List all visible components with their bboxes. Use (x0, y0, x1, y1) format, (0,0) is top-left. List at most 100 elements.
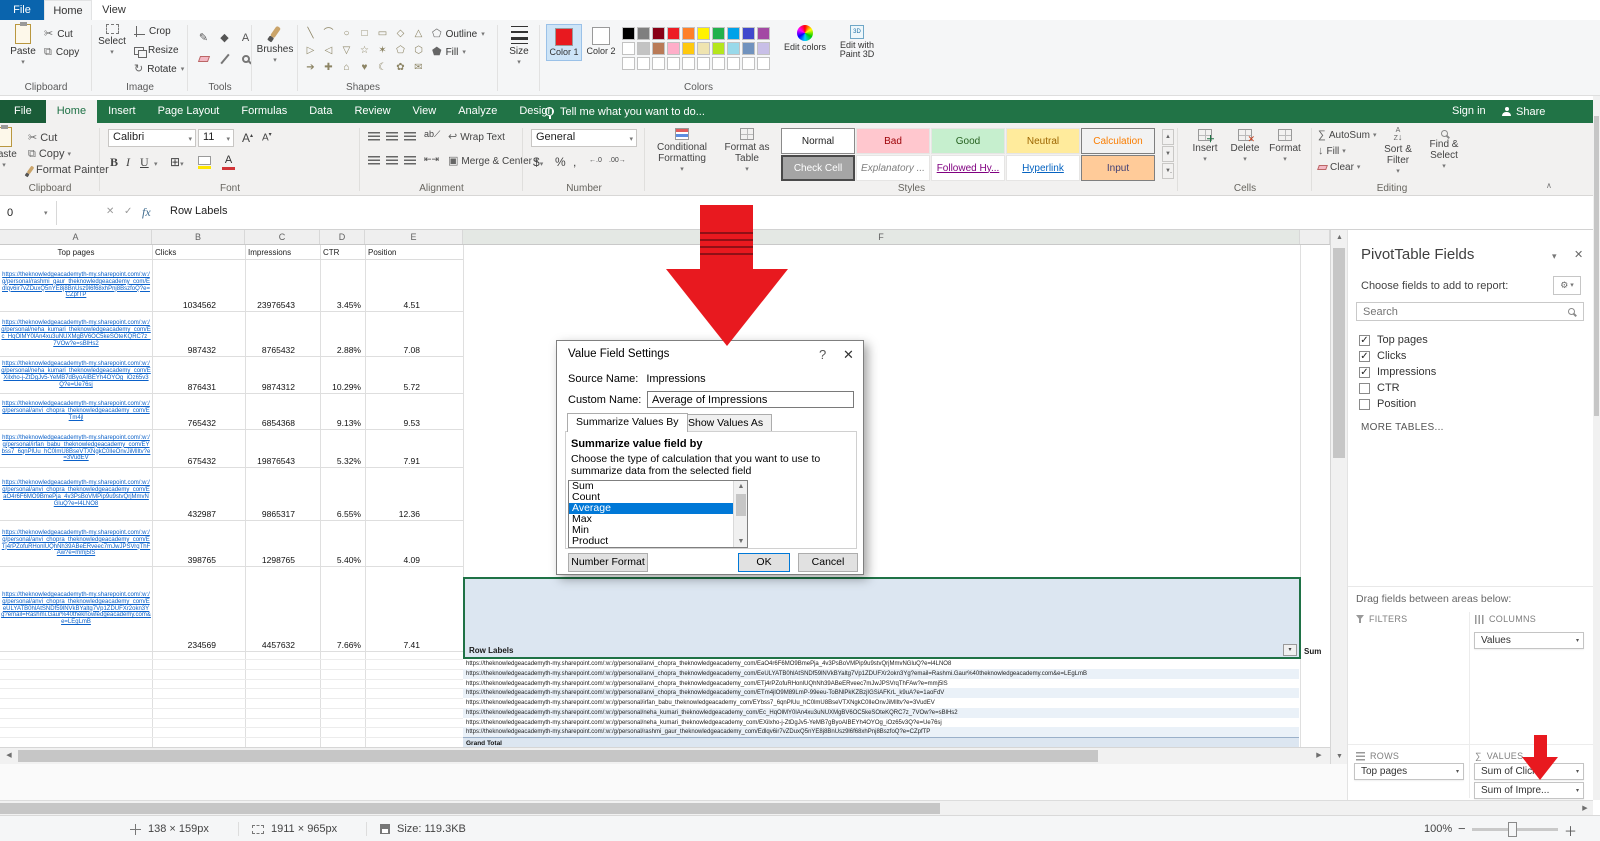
column-header-F[interactable]: F (463, 230, 1300, 244)
scroll-left-icon[interactable]: ◀ (2, 748, 16, 765)
palette-swatch[interactable] (652, 57, 665, 70)
underline-button[interactable]: U (140, 155, 149, 170)
url-link[interactable]: https://theknowledgeacademyth-my.sharepo… (1, 530, 151, 557)
palette-swatch[interactable] (727, 27, 740, 40)
sheet-url-cell[interactable]: https://theknowledgeacademyth-my.sharepo… (1, 431, 151, 466)
sheet-url-cell[interactable]: https://theknowledgeacademyth-my.sharepo… (1, 568, 151, 650)
palette-swatch[interactable] (637, 27, 650, 40)
align-bottom-icon[interactable] (404, 132, 416, 141)
zoom-slider-track[interactable] (1472, 828, 1558, 831)
palette-swatch[interactable] (682, 27, 695, 40)
pivot-selected-cell[interactable]: Row Labels ▾ (463, 577, 1301, 659)
zoom-in-button[interactable]: ＋ (1564, 821, 1577, 840)
palette-swatch[interactable] (667, 27, 680, 40)
gallery-scroll-up[interactable]: ▲ (1162, 129, 1174, 145)
shape-outline-button[interactable]: ⬠Outline▾ (432, 29, 485, 40)
scroll-thumb[interactable] (1594, 116, 1599, 416)
shape-item[interactable]: ⌒ (320, 26, 337, 42)
increase-decimal-button[interactable]: ←.0 (589, 157, 602, 164)
excel-tab-home[interactable]: Home (46, 100, 97, 123)
dialog-help-button[interactable]: ? (819, 347, 826, 362)
excel-tab-data[interactable]: Data (298, 100, 343, 123)
url-link[interactable]: https://theknowledgeacademyth-my.sharepo… (1, 592, 151, 626)
sheet-url-cell[interactable]: https://theknowledgeacademyth-my.sharepo… (1, 313, 151, 355)
format-cells-button[interactable]: Format ▾ (1266, 129, 1304, 163)
paint-tab-view[interactable]: View (92, 0, 136, 20)
checkbox-checked[interactable]: ✓ (1359, 335, 1370, 346)
shrink-font-button[interactable]: A▾ (262, 131, 272, 143)
scroll-up-icon[interactable]: ▲ (1331, 230, 1348, 245)
scroll-up-icon[interactable]: ▲ (734, 481, 748, 492)
calc-list-scrollbar[interactable]: ▲ ▼ (733, 481, 747, 547)
scroll-thumb[interactable] (1333, 248, 1345, 458)
calc-option-max[interactable]: Max (569, 514, 747, 525)
palette-swatch[interactable] (652, 27, 665, 40)
cancel-entry-icon[interactable]: ✕ (106, 206, 114, 217)
cancel-button[interactable]: Cancel (798, 553, 858, 572)
sheet-url-cell[interactable]: https://theknowledgeacademyth-my.sharepo… (1, 395, 151, 428)
fill-color-button[interactable] (198, 156, 211, 169)
xl-copy-button[interactable]: ⧉Copy▾ (28, 148, 71, 160)
cell-style-explanatory[interactable]: Explanatory ... (856, 155, 930, 181)
excel-tab-review[interactable]: Review (343, 100, 401, 123)
xl-paste-button[interactable]: Paste ▾ (0, 127, 24, 169)
column-header-A[interactable]: A (0, 230, 152, 244)
comma-style-button[interactable]: , (573, 155, 576, 169)
formula-input[interactable]: Row Labels (170, 205, 227, 217)
calc-type-list[interactable]: SumCountAverageMaxMinProduct (568, 480, 748, 548)
zoom-slider-thumb[interactable] (1508, 822, 1517, 837)
more-tables-link[interactable]: MORE TABLES... (1361, 422, 1444, 433)
fill-tool-icon[interactable]: ◆ (215, 28, 234, 47)
excel-tab-page-layout[interactable]: Page Layout (147, 100, 231, 123)
excel-vertical-scrollbar[interactable]: ▲ ▼ (1330, 230, 1347, 764)
brushes-button[interactable]: Brushes ▾ (256, 26, 294, 64)
paste-button[interactable]: Paste ▾ (6, 24, 40, 66)
cell-style-bad[interactable]: Bad (856, 128, 930, 154)
url-link[interactable]: https://theknowledgeacademyth-my.sharepo… (1, 272, 151, 299)
tab-summarize-values-by[interactable]: Summarize Values By (567, 413, 688, 432)
area-chip-sum-of-impre[interactable]: Sum of Impre...▾ (1474, 782, 1584, 799)
excel-tab-file[interactable]: File (0, 100, 46, 123)
scroll-down-icon[interactable]: ▼ (1331, 749, 1348, 764)
custom-name-input[interactable] (647, 391, 854, 408)
shape-item[interactable]: ⬡ (410, 43, 427, 59)
sheet-url-cell[interactable]: https://theknowledgeacademyth-my.sharepo… (1, 261, 151, 310)
column-header-extra[interactable] (1300, 230, 1330, 244)
cut-button[interactable]: ✂Cut (44, 29, 73, 40)
palette-swatch[interactable] (757, 42, 770, 55)
scroll-thumb[interactable] (18, 750, 1098, 762)
share-button[interactable]: Share (1502, 100, 1545, 123)
palette-swatch[interactable] (652, 42, 665, 55)
gallery-more-button[interactable]: ▼̱ (1162, 163, 1174, 179)
indent-buttons[interactable]: ⇤⇥ (424, 154, 439, 165)
cell-style-normal[interactable]: Normal (781, 128, 855, 154)
shape-item[interactable]: ☆ (356, 43, 373, 59)
excel-tab-insert[interactable]: Insert (97, 100, 147, 123)
sheet-url-cell[interactable]: https://theknowledgeacademyth-my.sharepo… (1, 358, 151, 392)
font-color-button[interactable]: A (222, 154, 235, 170)
calc-option-product[interactable]: Product (569, 536, 747, 547)
chevron-down-icon[interactable]: ▾ (1552, 252, 1557, 261)
copy-button[interactable]: ⧉Copy (44, 47, 79, 58)
field-item-clicks[interactable]: ✓Clicks (1359, 348, 1579, 364)
field-item-ctr[interactable]: CTR (1359, 380, 1579, 396)
palette-swatch[interactable] (667, 57, 680, 70)
palette-swatch[interactable] (727, 42, 740, 55)
search-box[interactable] (1356, 302, 1584, 321)
sort-filter-button[interactable]: AZ↓ Sort & Filter ▾ (1376, 128, 1420, 175)
excel-tab-view[interactable]: View (402, 100, 448, 123)
align-center-icon[interactable] (386, 156, 398, 165)
xl-cut-button[interactable]: ✂Cut (28, 132, 57, 144)
url-link[interactable]: https://theknowledgeacademyth-my.sharepo… (1, 401, 151, 421)
scroll-thumb[interactable] (736, 494, 746, 516)
shape-fill-button[interactable]: ⬟Fill▾ (432, 47, 466, 58)
orientation-button[interactable]: ab⟋ (424, 129, 440, 140)
palette-swatch[interactable] (712, 27, 725, 40)
cell-style-hyperlink[interactable]: Hyperlink (1006, 155, 1080, 181)
url-link[interactable]: https://theknowledgeacademyth-my.sharepo… (1, 480, 151, 507)
xl-format-painter-button[interactable]: Format Painter (28, 164, 109, 176)
eraser-tool-icon[interactable] (194, 49, 213, 68)
palette-swatch[interactable] (697, 42, 710, 55)
palette-swatch[interactable] (697, 57, 710, 70)
number-format-button[interactable]: Number Format (568, 553, 648, 572)
